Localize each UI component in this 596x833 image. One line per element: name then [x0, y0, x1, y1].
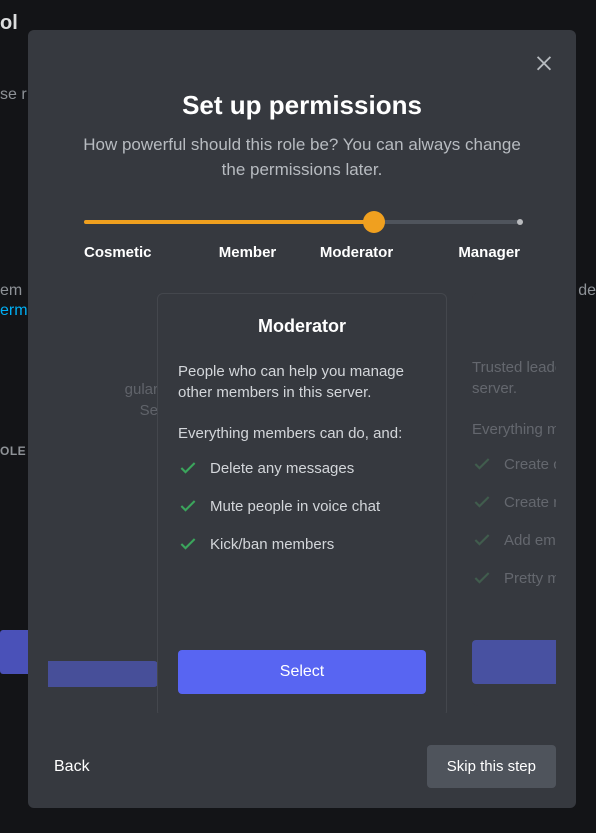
permissions-modal: Set up permissions How powerful should t…	[28, 30, 576, 808]
bg-text: se r	[0, 86, 27, 104]
close-button[interactable]	[530, 48, 558, 76]
bg-text: em	[0, 282, 22, 300]
permission-item: Add emojis	[472, 530, 556, 550]
check-icon	[178, 458, 198, 478]
slider-label-manager[interactable]: Manager	[411, 244, 520, 261]
select-button[interactable]: Select	[178, 650, 426, 694]
permission-label: Create roles	[504, 494, 556, 511]
check-icon	[178, 496, 198, 516]
role-card-moderator: Moderator People who can help you manage…	[157, 293, 447, 713]
select-button[interactable]	[48, 661, 158, 687]
slider-label-member[interactable]: Member	[193, 244, 302, 261]
role-desc: Trusted leaders who can help build the s…	[472, 357, 556, 399]
back-button[interactable]: Back	[48, 750, 96, 784]
modal-title: Set up permissions	[48, 90, 556, 121]
role-title: Moderator	[178, 316, 426, 337]
modal-subtitle: How powerful should this role be? You ca…	[48, 133, 556, 182]
permission-item: Pretty much everything	[472, 568, 556, 588]
role-desc: People who can help you manage other mem…	[178, 361, 426, 403]
power-slider[interactable]: Cosmetic Member Moderator Manager	[48, 220, 556, 261]
role-carousel: gular Se Moderator People who can help y…	[48, 293, 556, 713]
permission-label: Mute people in voice chat	[210, 498, 380, 515]
slider-label-cosmetic[interactable]: Cosmetic	[84, 244, 193, 261]
check-icon	[472, 568, 492, 588]
bg-text: OLE	[0, 444, 26, 458]
slider-track	[84, 220, 520, 224]
permission-label: Delete any messages	[210, 460, 354, 477]
permission-list: Delete any messages Mute people in voice…	[178, 458, 426, 554]
bg-text: de	[578, 282, 596, 300]
close-icon	[533, 51, 555, 73]
permission-item: Kick/ban members	[178, 534, 426, 554]
permission-label: Add emojis	[504, 532, 556, 549]
permission-item: Create channels	[472, 454, 556, 474]
slider-label-moderator[interactable]: Moderator	[302, 244, 411, 261]
role-card-member[interactable]: gular Se	[48, 293, 158, 709]
bg-text: erm	[0, 302, 28, 320]
check-icon	[472, 492, 492, 512]
role-intro: Everything members can do, and:	[178, 425, 426, 442]
permission-item: Create roles	[472, 492, 556, 512]
check-icon	[472, 454, 492, 474]
check-icon	[178, 534, 198, 554]
role-intro: Everything moderators can do, and:	[472, 421, 556, 438]
permission-label: Kick/ban members	[210, 536, 334, 553]
skip-button[interactable]: Skip this step	[427, 745, 556, 788]
slider-thumb[interactable]	[363, 211, 385, 233]
slider-end-marker	[517, 219, 523, 225]
slider-fill	[84, 220, 374, 224]
check-icon	[472, 530, 492, 550]
permission-item: Delete any messages	[178, 458, 426, 478]
permission-label: Pretty much everything	[504, 570, 556, 587]
permission-item: Mute people in voice chat	[178, 496, 426, 516]
role-card-manager[interactable]: Trusted leaders who can help build the s…	[472, 293, 556, 706]
select-button[interactable]: Select	[472, 640, 556, 684]
bg-text: ol	[0, 12, 18, 35]
slider-labels: Cosmetic Member Moderator Manager	[84, 244, 520, 261]
role-desc: gular Se	[48, 379, 158, 421]
permission-label: Create channels	[504, 456, 556, 473]
modal-footer: Back Skip this step	[48, 725, 556, 788]
permission-list: Create channels Create roles Add emojis …	[472, 454, 556, 588]
